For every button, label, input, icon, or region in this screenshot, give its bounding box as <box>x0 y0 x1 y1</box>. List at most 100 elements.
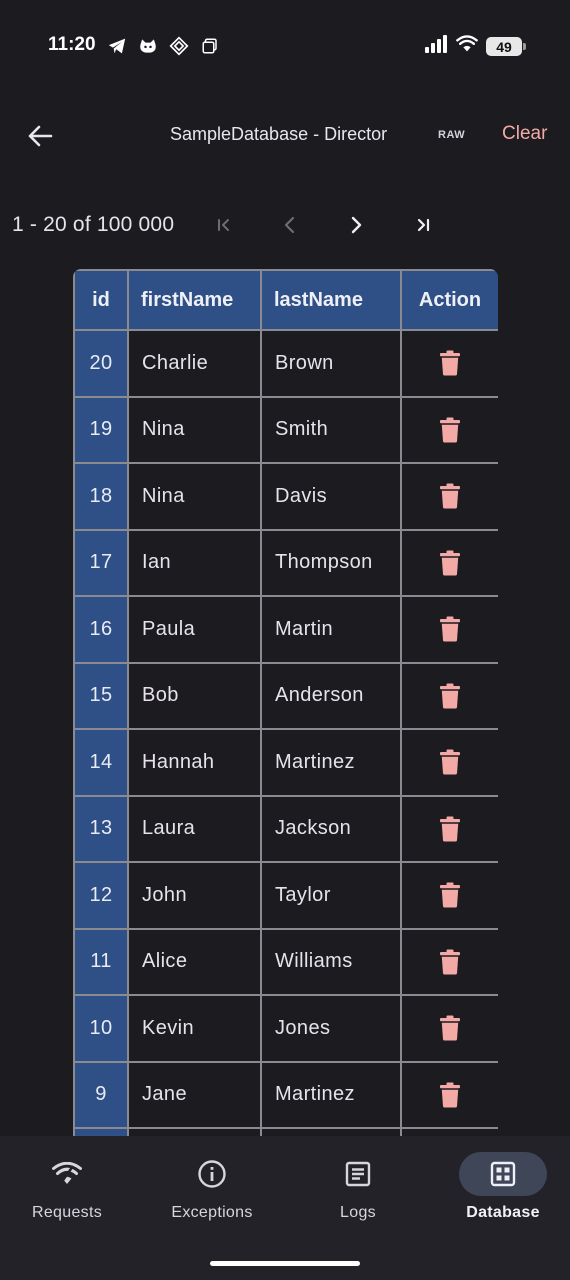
info-icon <box>198 1160 226 1188</box>
trash-icon <box>440 616 460 642</box>
cell-id: 13 <box>73 794 129 863</box>
nav-item-database[interactable]: Database <box>438 1152 568 1242</box>
next-page-button[interactable] <box>340 209 372 241</box>
cell-action <box>400 395 498 464</box>
nav-label-database: Database <box>466 1204 540 1221</box>
column-header-id: id <box>73 269 129 331</box>
delete-row-button[interactable] <box>434 680 466 712</box>
delete-row-button[interactable] <box>434 879 466 911</box>
cell-firstname: Nina <box>127 462 262 531</box>
table-row[interactable]: 9 Jane Martinez <box>73 1060 498 1129</box>
delete-row-button[interactable] <box>434 746 466 778</box>
status-system-icons: 49 <box>424 35 526 58</box>
cell-action <box>400 595 498 664</box>
delete-row-button[interactable] <box>434 813 466 845</box>
cell-firstname: Kevin <box>127 994 262 1063</box>
table-row[interactable]: 10 Kevin Jones <box>73 994 498 1063</box>
cat-app-icon <box>137 35 159 57</box>
first-page-button[interactable] <box>208 209 240 241</box>
last-page-icon <box>417 218 430 232</box>
table-row[interactable]: 18 Nina Davis <box>73 462 498 531</box>
last-page-button[interactable] <box>407 209 439 241</box>
cell-lastname: Anderson <box>260 661 402 730</box>
delete-row-button[interactable] <box>434 414 466 446</box>
cell-action <box>400 462 498 531</box>
cell-firstname: Nina <box>127 395 262 464</box>
table-row[interactable]: 15 Bob Anderson <box>73 661 498 730</box>
table-row[interactable]: 11 Alice Williams <box>73 927 498 996</box>
top-app-bar: SampleDatabase - Director RAW Clear <box>0 106 570 166</box>
nav-icon-container <box>314 1152 402 1196</box>
cell-id: 14 <box>73 728 129 797</box>
cell-id: 15 <box>73 661 129 730</box>
column-header-firstname: firstName <box>127 269 262 331</box>
trash-icon <box>440 882 460 908</box>
delete-row-button[interactable] <box>434 547 466 579</box>
trash-icon <box>440 949 460 975</box>
cell-action <box>400 329 498 398</box>
table-row[interactable]: 20 Charlie Brown <box>73 329 498 398</box>
nav-item-exceptions[interactable]: Exceptions <box>147 1152 277 1242</box>
table-row[interactable]: 16 Paula Martin <box>73 595 498 664</box>
cell-action <box>400 861 498 930</box>
back-button[interactable] <box>20 116 60 156</box>
clear-button[interactable]: Clear <box>502 123 547 145</box>
table-header-row: id firstName lastName Action <box>73 269 498 331</box>
back-arrow-icon <box>28 125 53 147</box>
nav-icon-container <box>168 1152 256 1196</box>
battery-indicator: 49 <box>486 37 526 56</box>
cell-id: 17 <box>73 528 129 597</box>
delete-row-button[interactable] <box>434 613 466 645</box>
table-row[interactable]: 19 Nina Smith <box>73 395 498 464</box>
cell-firstname: Alice <box>127 927 262 996</box>
cell-lastname: Martinez <box>260 1060 402 1129</box>
cell-firstname: Hannah <box>127 728 262 797</box>
cell-id: 18 <box>73 462 129 531</box>
trash-icon <box>440 1082 460 1108</box>
cell-lastname: Brown <box>260 329 402 398</box>
cell-action <box>400 1060 498 1129</box>
cell-lastname: Taylor <box>260 861 402 930</box>
logs-icon <box>345 1161 371 1187</box>
cell-firstname: John <box>127 861 262 930</box>
diamond-app-icon <box>168 35 190 57</box>
cell-id: 20 <box>73 329 129 398</box>
table-row[interactable]: 13 Laura Jackson <box>73 794 498 863</box>
nav-label-requests: Requests <box>32 1204 102 1221</box>
data-table-container[interactable]: id firstName lastName Action 20 Charlie Br… <box>73 269 498 1139</box>
telegram-icon <box>106 35 128 57</box>
wifi-status-icon <box>456 35 478 58</box>
delete-row-button[interactable] <box>434 1079 466 1111</box>
cell-id: 19 <box>73 395 129 464</box>
cell-firstname: Jane <box>127 1060 262 1129</box>
cell-lastname: Martin <box>260 595 402 664</box>
cell-action <box>400 927 498 996</box>
delete-row-button[interactable] <box>434 480 466 512</box>
delete-row-button[interactable] <box>434 1012 466 1044</box>
delete-row-button[interactable] <box>434 946 466 978</box>
home-indicator[interactable] <box>210 1261 360 1266</box>
cell-firstname: Bob <box>127 661 262 730</box>
trash-icon <box>440 816 460 842</box>
cell-lastname: Jackson <box>260 794 402 863</box>
nav-icon-container-active <box>459 1152 547 1196</box>
delete-row-button[interactable] <box>434 347 466 379</box>
trash-icon <box>440 483 460 509</box>
trash-icon <box>440 350 460 376</box>
first-page-icon <box>218 219 229 231</box>
table-row[interactable]: 14 Hannah Martinez <box>73 728 498 797</box>
trash-icon <box>440 550 460 576</box>
database-grid-icon <box>490 1161 516 1187</box>
screen: 11:20 49 SampleDatabase - Director RAW C… <box>0 0 570 1280</box>
nav-item-requests[interactable]: Requests <box>2 1152 132 1242</box>
previous-page-button[interactable] <box>274 209 306 241</box>
nav-item-logs[interactable]: Logs <box>293 1152 423 1242</box>
table-row[interactable]: 17 Ian Thompson <box>73 528 498 597</box>
table-row[interactable]: 12 John Taylor <box>73 861 498 930</box>
bottom-navigation: Requests Exceptions Logs Database <box>0 1136 570 1280</box>
trash-icon <box>440 1015 460 1041</box>
cell-firstname: Paula <box>127 595 262 664</box>
raw-button[interactable]: RAW <box>438 129 465 141</box>
status-notification-icons <box>106 35 221 57</box>
trash-icon <box>440 683 460 709</box>
